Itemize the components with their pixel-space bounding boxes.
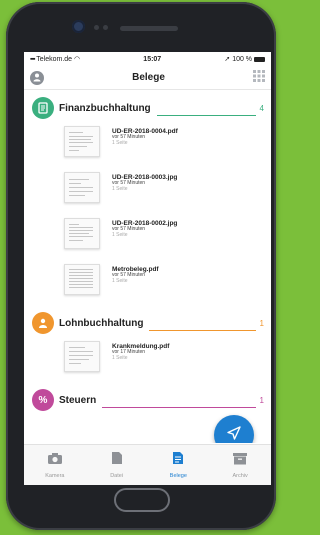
tab-label: Belege: [169, 473, 187, 479]
home-button[interactable]: [114, 488, 170, 512]
ledger-icon: [32, 97, 54, 119]
tab-bar: Kamera Datei Belege Archiv: [24, 444, 271, 485]
signal-icon: ▪▪▪: [30, 56, 36, 63]
list-item[interactable]: Metrobeleg.pdf vor 57 Minuten 1 Seite: [24, 259, 271, 305]
send-button[interactable]: [214, 415, 254, 443]
battery: ➚ 100 %: [224, 55, 265, 63]
document-pages: 1 Seite: [112, 232, 128, 239]
section-header-steuern[interactable]: % Steuern 1: [24, 382, 271, 413]
tab-archiv[interactable]: Archiv: [209, 445, 271, 485]
sensor-dot: [103, 25, 108, 30]
location-icon: ➚: [224, 56, 231, 63]
section-title: Lohnbuchhaltung: [59, 317, 144, 329]
document-thumbnail: [64, 264, 100, 295]
speaker: [120, 26, 178, 31]
section-count: 1: [259, 318, 264, 328]
carrier: ▪▪▪ Telekom.de ◠: [30, 56, 81, 63]
document-thumbnail: [64, 341, 100, 372]
sensor-dot: [94, 25, 99, 30]
list-item[interactable]: UD-ER-2018-0002.jpg vor 57 Minuten 1 Sei…: [24, 213, 271, 259]
document-pages: 1 Seite: [112, 140, 128, 147]
profile-button[interactable]: [30, 69, 44, 87]
tab-label: Kamera: [45, 472, 65, 479]
archive-icon: [232, 452, 248, 470]
page-title: Belege: [132, 72, 165, 83]
section-count: 1: [259, 395, 264, 405]
receipt-icon: [172, 451, 184, 470]
status-time: 15:07: [143, 55, 162, 63]
section-header-finanzbuchhaltung[interactable]: Finanzbuchhaltung 4: [24, 90, 271, 121]
list-item[interactable]: UD-ER-2018-0004.pdf vor 57 Minuten 1 Sei…: [24, 121, 271, 167]
tab-kamera[interactable]: Kamera: [24, 445, 86, 485]
nav-bar: Belege: [24, 66, 271, 90]
list-item[interactable]: UD-ER-2018-0003.jpg vor 57 Minuten 1 Sei…: [24, 167, 271, 213]
section-header-lohnbuchhaltung[interactable]: Lohnbuchhaltung 1: [24, 305, 271, 336]
payroll-icon: [32, 312, 54, 334]
percent-icon: %: [32, 389, 54, 411]
wifi-icon: ◠: [74, 56, 81, 63]
user-icon: [32, 69, 42, 87]
tab-label: Archiv: [232, 472, 248, 479]
document-pages: 1 Seite: [112, 186, 128, 193]
section-title: Finanzbuchhaltung: [59, 102, 151, 114]
grid-view-button[interactable]: [252, 69, 265, 87]
battery-icon: [254, 56, 265, 62]
status-bar: ▪▪▪ Telekom.de ◠ 15:07 ➚ 100 %: [24, 52, 271, 66]
list-item[interactable]: Krankmeldung.pdf vor 17 Minuten 1 Seite: [24, 336, 271, 382]
document-thumbnail: [64, 172, 100, 203]
tab-belege[interactable]: Belege: [148, 445, 210, 485]
section-count: 4: [259, 103, 264, 113]
tab-label: Datei: [110, 473, 124, 479]
section-divider: [149, 330, 256, 331]
section-divider: [102, 407, 256, 408]
section-divider: [156, 115, 256, 116]
front-camera: [72, 20, 85, 33]
document-pages: 1 Seite: [112, 278, 128, 285]
camera-icon: [47, 452, 63, 470]
app-screen: ▪▪▪ Telekom.de ◠ 15:07 ➚ 100 % Belege Fi…: [24, 52, 271, 485]
file-icon: [111, 451, 123, 470]
document-thumbnail: [64, 126, 100, 157]
grid-icon: [252, 69, 265, 86]
document-thumbnail: [64, 218, 100, 249]
tab-datei[interactable]: Datei: [86, 445, 148, 485]
send-icon: [226, 425, 242, 444]
section-title: Steuern: [59, 394, 97, 406]
document-list: Finanzbuchhaltung 4 UD-ER-2018-0004.pdf …: [24, 90, 271, 443]
document-pages: 1 Seite: [112, 355, 128, 362]
